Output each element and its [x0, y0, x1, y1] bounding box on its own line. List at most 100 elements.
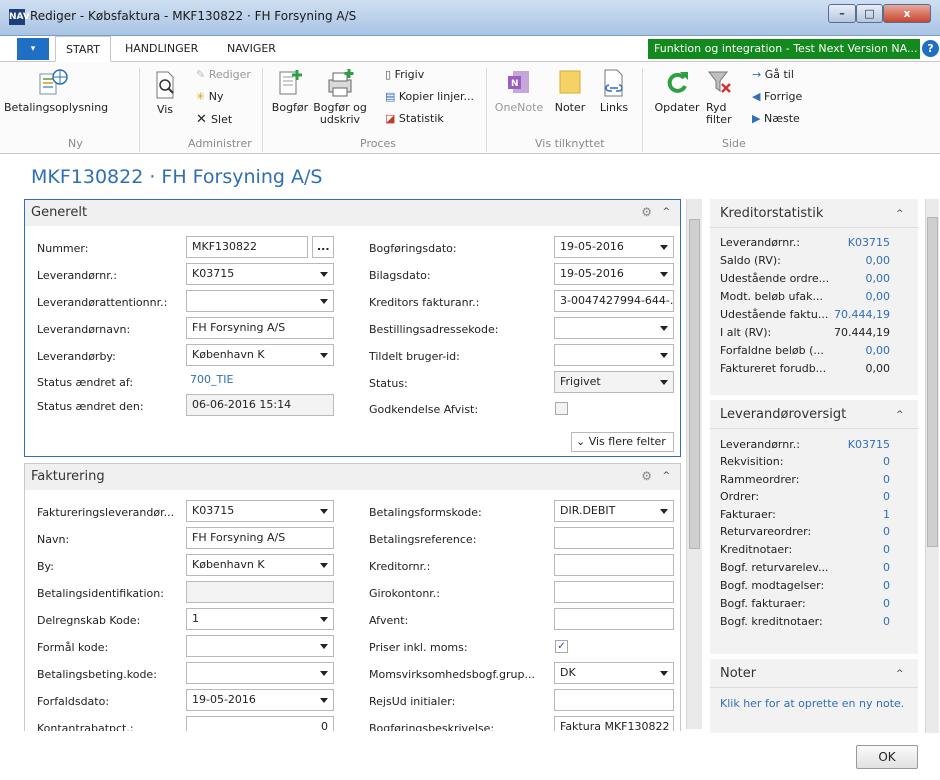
afvent-label: Afvent:: [369, 614, 409, 627]
overview-value[interactable]: 0: [883, 543, 890, 556]
factbox-scrollbar[interactable]: [925, 199, 939, 733]
new-doc-icon: ✳: [196, 90, 209, 103]
frigiv-button[interactable]: ▯ Frigiv: [385, 68, 424, 81]
levnr-value: K03715: [192, 267, 235, 280]
close-button[interactable]: x: [883, 4, 931, 23]
overview-value[interactable]: 0: [883, 561, 890, 574]
personalize-icon[interactable]: ⚙: [641, 464, 652, 489]
kontant-field[interactable]: 0: [186, 716, 334, 731]
betref-field[interactable]: [554, 527, 674, 549]
rejsud-field[interactable]: [554, 689, 674, 711]
vis-button[interactable]: Vis: [148, 70, 182, 116]
stat-value[interactable]: 70.444,19: [834, 308, 890, 321]
ryd-filter-button[interactable]: Ryd filter: [706, 68, 742, 126]
kredfak-field[interactable]: 3-0047427994-644-...: [554, 290, 674, 312]
by-field[interactable]: København K: [186, 554, 334, 576]
ny-button[interactable]: ✳ Ny: [196, 90, 223, 103]
overview-value[interactable]: 0: [883, 615, 890, 628]
tab-start[interactable]: START: [55, 36, 111, 62]
statistik-button[interactable]: ◪ Statistik: [385, 112, 444, 125]
generelt-header[interactable]: Generelt ⚙ ^: [25, 200, 680, 226]
giro-field[interactable]: [554, 581, 674, 603]
bilagsdato-field[interactable]: 19-05-2016: [554, 263, 674, 285]
company-banner[interactable]: Funktion og integration - Test Next Vers…: [648, 39, 920, 59]
opdater-button[interactable]: Opdater: [652, 68, 702, 114]
afvent-field[interactable]: [554, 608, 674, 630]
overview-value[interactable]: 0: [883, 579, 890, 592]
forrige-button[interactable]: ◀ Forrige: [752, 90, 802, 103]
main-scrollbar[interactable]: [686, 199, 702, 729]
delregn-field[interactable]: 1: [186, 608, 334, 630]
overview-value[interactable]: 0: [883, 597, 890, 610]
tab-naviger[interactable]: NAVIGER: [227, 36, 276, 62]
formaal-field[interactable]: [186, 635, 334, 657]
betalingsoplysning-button[interactable]: Betalingsoplysning: [4, 68, 108, 114]
bogfor-udskriv-button[interactable]: Bogfør og udskriv: [312, 68, 368, 126]
stat-row: Udestående ordre... 0,00: [720, 272, 890, 285]
kreditornr-field[interactable]: [554, 554, 674, 576]
bogfor-button[interactable]: Bogfør: [270, 68, 310, 114]
levnavn-field[interactable]: FH Forsyning A/S: [186, 317, 334, 339]
collapse-icon[interactable]: ^: [896, 669, 904, 679]
levnr-field[interactable]: K03715: [186, 263, 334, 285]
overview-row: Bogf. modtagelser: 0: [720, 579, 890, 592]
minimize-button[interactable]: –: [828, 4, 856, 23]
godk-checkbox[interactable]: [555, 402, 568, 415]
faklev-field[interactable]: K03715: [186, 500, 334, 522]
vis-flere-felter-button[interactable]: ⌄ Vis flere felter: [571, 432, 674, 452]
main-scrollbar-thumb[interactable]: [689, 219, 700, 549]
tildelt-field[interactable]: [554, 344, 674, 366]
overview-value[interactable]: 0: [883, 473, 890, 486]
links-button[interactable]: Links: [596, 68, 632, 114]
status-af-link[interactable]: 700_TIE: [190, 370, 330, 392]
ok-button[interactable]: OK: [856, 745, 918, 769]
levby-field[interactable]: København K: [186, 344, 334, 366]
navn-field[interactable]: FH Forsyning A/S: [186, 527, 334, 549]
stat-value[interactable]: 0,00: [866, 344, 891, 357]
overview-value[interactable]: 0: [883, 455, 890, 468]
naeste-button[interactable]: ▶ Næste: [752, 112, 800, 125]
rediger-button[interactable]: ✎ Rediger: [196, 68, 251, 81]
betform-field[interactable]: DIR.DEBIT: [554, 500, 674, 522]
status-value: Frigivet: [560, 375, 601, 388]
forfald-field[interactable]: 19-05-2016: [186, 689, 334, 711]
help-icon[interactable]: ?: [922, 40, 939, 57]
factbox-scrollbar-thumb[interactable]: [927, 217, 938, 547]
bestadr-field[interactable]: [554, 317, 674, 339]
slet-button[interactable]: ✕ Slet: [196, 112, 232, 127]
stat-value[interactable]: 0,00: [866, 254, 891, 267]
stat-label: Forfaldne beløb (...: [720, 344, 824, 357]
tab-handlinger[interactable]: HANDLINGER: [125, 36, 198, 62]
nummer-field[interactable]: MKF130822: [186, 236, 308, 258]
kopier-linjer-button[interactable]: ▤ Kopier linjer...: [385, 90, 474, 103]
personalize-icon[interactable]: ⚙: [641, 200, 652, 225]
bogfdato-field[interactable]: 19-05-2016: [554, 236, 674, 258]
nummer-assist-button[interactable]: ...: [312, 236, 334, 258]
overview-value[interactable]: 0: [883, 525, 890, 538]
levatt-field[interactable]: [186, 290, 334, 312]
collapse-icon[interactable]: ^: [662, 464, 670, 489]
collapse-icon[interactable]: ^: [662, 200, 670, 225]
ga-til-button[interactable]: → Gå til: [752, 68, 794, 81]
fakturering-header[interactable]: Fakturering ⚙ ^: [25, 464, 680, 490]
onenote-button[interactable]: N OneNote: [494, 68, 544, 114]
overview-value[interactable]: 1: [883, 508, 890, 521]
stat-value[interactable]: K03715: [848, 236, 890, 249]
status-field[interactable]: Frigivet: [554, 371, 674, 393]
overview-value[interactable]: 0: [883, 490, 890, 503]
file-menu-button[interactable]: ▾: [17, 38, 49, 60]
moms-field[interactable]: DK: [554, 662, 674, 684]
priser-checkbox[interactable]: ✓: [555, 640, 568, 653]
maximize-button[interactable]: □: [856, 4, 883, 23]
noter-button[interactable]: Noter: [552, 68, 588, 114]
bogfbeskr-field[interactable]: Faktura MKF130822: [554, 716, 674, 731]
create-note-link[interactable]: Klik her for at oprette en ny note.: [720, 697, 904, 710]
betbeting-field[interactable]: [186, 662, 334, 684]
stat-value[interactable]: 0,00: [866, 290, 891, 303]
status-den-field: 06-06-2016 15:14: [186, 394, 334, 416]
collapse-icon[interactable]: ^: [896, 209, 904, 219]
dropdown-arrow-icon: [320, 299, 328, 304]
collapse-icon[interactable]: ^: [896, 410, 904, 420]
overview-value[interactable]: K03715: [848, 438, 890, 451]
stat-value[interactable]: 0,00: [866, 272, 891, 285]
